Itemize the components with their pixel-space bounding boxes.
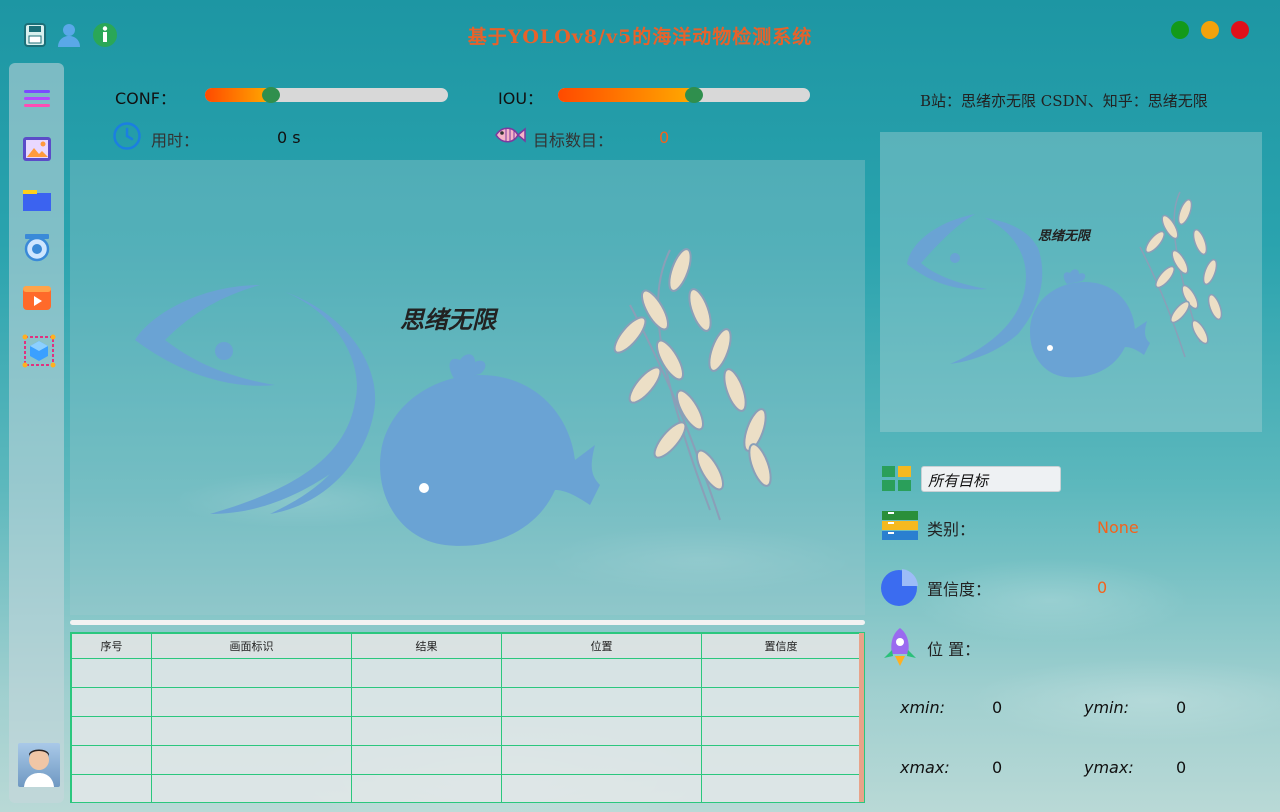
model-icon[interactable] — [21, 333, 56, 368]
table-scrollbar[interactable] — [859, 633, 864, 802]
target-select[interactable]: 所有目标 — [921, 466, 1061, 492]
folder-icon[interactable] — [21, 183, 53, 215]
iou-label: IOU： — [498, 89, 544, 108]
fish-icon — [492, 121, 526, 153]
sidebar — [9, 63, 64, 803]
confidence-value: 0 — [1097, 578, 1108, 597]
count-value: 0 — [659, 128, 670, 147]
ymax-label: ymax: — [1084, 758, 1134, 777]
xmax-value: 0 — [992, 758, 1003, 777]
thumbnail-logo — [907, 191, 1223, 378]
table-row[interactable] — [71, 716, 861, 746]
count-label: 目标数目： — [533, 131, 614, 150]
conf-slider[interactable] — [205, 87, 448, 103]
table-row[interactable] — [71, 745, 861, 775]
clock-icon — [112, 121, 142, 155]
camera-icon[interactable] — [21, 231, 53, 263]
watermark-text: 思绪无限 — [400, 305, 496, 334]
column-header[interactable]: 序号 — [71, 633, 152, 659]
table-row[interactable] — [71, 658, 861, 688]
credit-text: B站：思绪亦无限 CSDN、知乎：思绪无限 — [920, 92, 1208, 110]
table-header-row: 序号 画面标识 结果 位置 置信度 — [71, 633, 861, 659]
menu-icon[interactable] — [21, 83, 53, 115]
conf-label: CONF： — [115, 89, 176, 108]
rocket-icon — [880, 626, 920, 672]
column-header[interactable]: 结果 — [351, 633, 502, 659]
stack-icon — [880, 509, 920, 547]
app-title: 基于YOLOv8/v5的海洋动物检测系统 — [467, 26, 813, 48]
confidence-label: 置信度： — [927, 580, 992, 599]
ymin-label: ymin: — [1084, 698, 1130, 717]
avatar[interactable] — [18, 743, 60, 787]
class-label: 类别： — [927, 520, 976, 539]
thumbnail-watermark: 思绪无限 — [1038, 229, 1091, 244]
conf-slider-handle[interactable] — [262, 87, 280, 103]
position-label: 位 置： — [927, 640, 981, 659]
table-row[interactable] — [71, 774, 861, 802]
image-icon[interactable] — [21, 133, 53, 165]
xmax-label: xmax: — [900, 758, 950, 777]
ymax-value: 0 — [1176, 758, 1187, 777]
target-select-value: 所有目标 — [928, 472, 989, 490]
time-value: 0 s — [277, 128, 301, 147]
maximize-button[interactable] — [1171, 21, 1189, 39]
video-icon[interactable] — [21, 281, 53, 313]
iou-slider[interactable] — [558, 87, 810, 103]
progress-bar — [70, 620, 865, 625]
pie-chart-icon — [880, 567, 920, 611]
minimize-button[interactable] — [1201, 21, 1219, 39]
logo-illustration — [135, 248, 772, 546]
results-table[interactable]: 序号 画面标识 结果 位置 置信度 — [70, 632, 865, 803]
close-button[interactable] — [1231, 21, 1249, 39]
xmin-value: 0 — [992, 698, 1003, 717]
column-header[interactable]: 置信度 — [701, 633, 861, 659]
iou-slider-fill — [558, 88, 694, 102]
class-value: None — [1097, 518, 1139, 537]
ymin-value: 0 — [1176, 698, 1187, 717]
column-header[interactable]: 位置 — [501, 633, 702, 659]
thumbnail-view: 思绪无限 — [880, 132, 1262, 432]
column-header[interactable]: 画面标识 — [151, 633, 352, 659]
time-label: 用时： — [151, 131, 200, 150]
table-row[interactable] — [71, 687, 861, 717]
iou-slider-handle[interactable] — [685, 87, 703, 103]
main-image-view: 思绪无限 — [70, 160, 865, 615]
grid-icon — [881, 465, 913, 497]
xmin-label: xmin: — [900, 698, 946, 717]
